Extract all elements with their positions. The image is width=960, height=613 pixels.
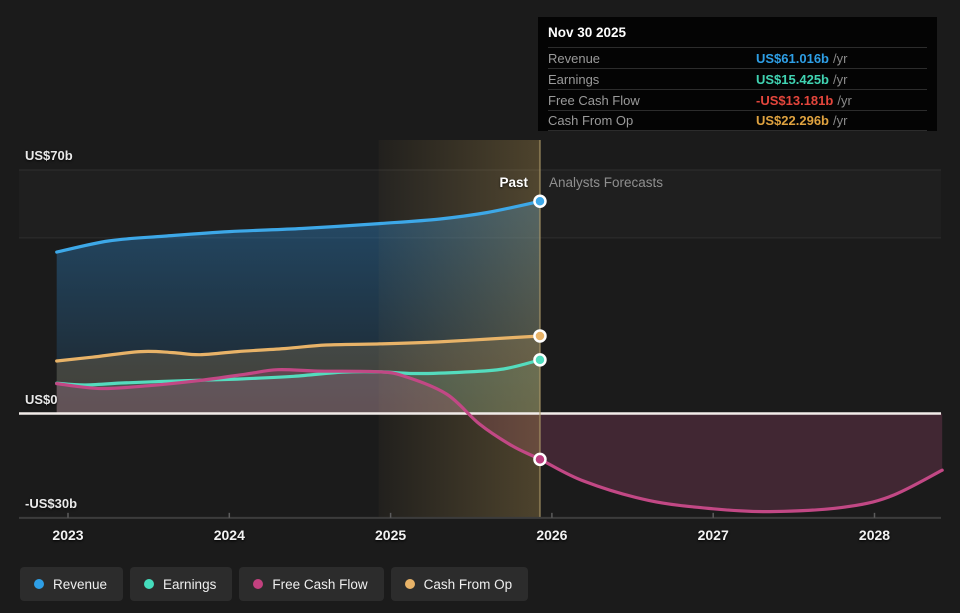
revenue-dot-icon <box>34 579 44 589</box>
data-tooltip: Nov 30 2025 Revenue US$61.016b /yr Earni… <box>538 17 937 131</box>
legend-button-cash-from-op[interactable]: Cash From Op <box>391 567 529 601</box>
revenue-marker <box>534 196 545 207</box>
tooltip-fcf-unit: /yr <box>837 93 851 108</box>
legend-button-revenue[interactable]: Revenue <box>20 567 123 601</box>
tooltip-earnings-unit: /yr <box>833 72 847 87</box>
x-axis-label-2025: 2025 <box>351 527 431 543</box>
x-axis-label-2026: 2026 <box>512 527 592 543</box>
x-axis-label-2028: 2028 <box>835 527 915 543</box>
tooltip-cashop-unit: /yr <box>833 113 847 128</box>
y-axis-label-neg30b: -US$30b <box>25 496 77 511</box>
tooltip-row-free-cash-flow: Free Cash Flow -US$13.181b /yr <box>548 89 927 110</box>
free-cash-flow-dot-icon <box>253 579 263 589</box>
tooltip-fcf-label: Free Cash Flow <box>548 93 756 108</box>
tooltip-earnings-label: Earnings <box>548 72 756 87</box>
tooltip-row-revenue: Revenue US$61.016b /yr <box>548 47 927 68</box>
legend-revenue-label: Revenue <box>53 577 107 592</box>
tooltip-row-earnings: Earnings US$15.425b /yr <box>548 68 927 89</box>
tooltip-earnings-value: US$15.425b <box>756 72 829 87</box>
cash_from_op-marker <box>534 330 545 341</box>
legend-cashop-label: Cash From Op <box>424 577 513 592</box>
tooltip-revenue-value: US$61.016b <box>756 51 829 66</box>
y-axis-label-70b: US$70b <box>25 148 73 163</box>
chart-legend: Revenue Earnings Free Cash Flow Cash Fro… <box>20 567 528 601</box>
analysts-forecasts-section-label: Analysts Forecasts <box>549 175 663 190</box>
hover-highlight-band <box>379 140 540 518</box>
legend-button-free-cash-flow[interactable]: Free Cash Flow <box>239 567 383 601</box>
tooltip-cashop-value: US$22.296b <box>756 113 829 128</box>
earnings-dot-icon <box>144 579 154 589</box>
past-section-label: Past <box>499 175 528 190</box>
cash-from-op-dot-icon <box>405 579 415 589</box>
x-axis-label-2027: 2027 <box>673 527 753 543</box>
legend-fcf-label: Free Cash Flow <box>272 577 367 592</box>
tooltip-date-title: Nov 30 2025 <box>538 17 937 47</box>
legend-earnings-label: Earnings <box>163 577 216 592</box>
tooltip-cashop-label: Cash From Op <box>548 113 756 128</box>
x-axis-label-2023: 2023 <box>28 527 108 543</box>
tooltip-row-cash-from-op: Cash From Op US$22.296b /yr <box>548 110 927 131</box>
tooltip-revenue-label: Revenue <box>548 51 756 66</box>
legend-button-earnings[interactable]: Earnings <box>130 567 232 601</box>
earnings-marker <box>534 354 545 365</box>
y-axis-label-0: US$0 <box>25 392 58 407</box>
tooltip-revenue-unit: /yr <box>833 51 847 66</box>
x-axis-label-2024: 2024 <box>189 527 269 543</box>
financials-chart-panel: US$70b US$0 -US$30b 2023 2024 2025 2026 … <box>0 0 960 613</box>
free_cash_flow-marker <box>534 454 545 465</box>
tooltip-fcf-value: -US$13.181b <box>756 93 833 108</box>
